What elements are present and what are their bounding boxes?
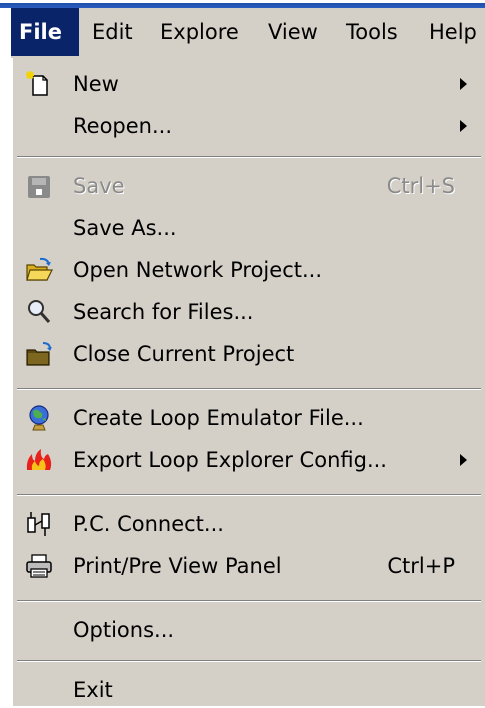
menu-separator bbox=[17, 600, 481, 602]
menu-item-close-current-project[interactable]: Close Current Project bbox=[13, 336, 485, 372]
menu-item-label: Open Network Project... bbox=[73, 258, 322, 282]
menu-item-export-loop-explorer-config[interactable]: Export Loop Explorer Config... bbox=[13, 442, 485, 478]
menu-item-label: Save As... bbox=[73, 216, 177, 240]
menu-item-label: Close Current Project bbox=[73, 342, 295, 366]
menu-item-label: Search for Files... bbox=[73, 300, 254, 324]
menu-item-label: P.C. Connect... bbox=[73, 512, 224, 536]
submenu-arrow-icon bbox=[460, 78, 467, 90]
menu-item-options[interactable]: Options... bbox=[13, 612, 485, 648]
menu-item-shortcut: Ctrl+P bbox=[387, 554, 455, 578]
menu-item-save[interactable]: Save Ctrl+S bbox=[13, 168, 485, 204]
menu-item-new[interactable]: New bbox=[13, 66, 485, 102]
submenu-arrow-icon bbox=[460, 120, 467, 132]
window-title-strip bbox=[0, 0, 485, 8]
menu-explore[interactable]: Explore bbox=[160, 8, 239, 56]
menu-item-label: Create Loop Emulator File... bbox=[73, 406, 364, 430]
fire-icon bbox=[26, 449, 52, 470]
menu-separator bbox=[17, 660, 481, 662]
magnifier-icon bbox=[28, 300, 51, 323]
printer-icon bbox=[26, 554, 52, 578]
submenu-arrow-icon bbox=[460, 454, 467, 466]
menu-item-label: Exit bbox=[73, 678, 113, 702]
menu-item-search-for-files[interactable]: Search for Files... bbox=[13, 294, 485, 330]
menu-item-shortcut: Ctrl+S bbox=[386, 174, 455, 198]
menu-view[interactable]: View bbox=[268, 8, 318, 56]
menu-item-save-as[interactable]: Save As... bbox=[13, 210, 485, 246]
menu-item-pc-connect[interactable]: P.C. Connect... bbox=[13, 506, 485, 542]
menu-edit[interactable]: Edit bbox=[92, 8, 133, 56]
menu-help[interactable]: Help bbox=[429, 8, 477, 56]
globe-icon bbox=[29, 405, 49, 431]
menu-separator bbox=[17, 156, 481, 158]
menu-item-exit[interactable]: Exit bbox=[13, 672, 485, 708]
menu-item-print-preview-panel[interactable]: Print/Pre View Panel Ctrl+P bbox=[13, 548, 485, 584]
file-menu-dropdown: New Reopen... Save Ctrl+S Save As... Ope… bbox=[11, 58, 485, 706]
menu-separator bbox=[17, 494, 481, 496]
menu-bar: File Edit Explore View Tools Help bbox=[11, 8, 485, 58]
menu-tools[interactable]: Tools bbox=[346, 8, 398, 56]
connect-icon bbox=[27, 512, 50, 536]
menu-item-label: Options... bbox=[73, 618, 175, 642]
menu-separator bbox=[17, 388, 481, 390]
new-document-icon bbox=[26, 71, 48, 96]
menu-item-label: Print/Pre View Panel bbox=[73, 554, 282, 578]
save-icon bbox=[28, 176, 50, 198]
menu-item-reopen[interactable]: Reopen... bbox=[13, 108, 485, 144]
close-folder-icon bbox=[26, 342, 52, 366]
menu-item-open-network-project[interactable]: Open Network Project... bbox=[13, 252, 485, 288]
window-edge bbox=[0, 8, 11, 706]
menu-item-label: Reopen... bbox=[73, 114, 173, 138]
menu-item-label: Save bbox=[73, 174, 125, 198]
menu-item-create-loop-emulator-file[interactable]: Create Loop Emulator File... bbox=[13, 400, 485, 436]
menu-file[interactable]: File bbox=[11, 8, 79, 56]
menu-item-label: New bbox=[73, 72, 119, 96]
menu-item-label: Export Loop Explorer Config... bbox=[73, 448, 387, 472]
open-folder-icon bbox=[26, 257, 53, 281]
